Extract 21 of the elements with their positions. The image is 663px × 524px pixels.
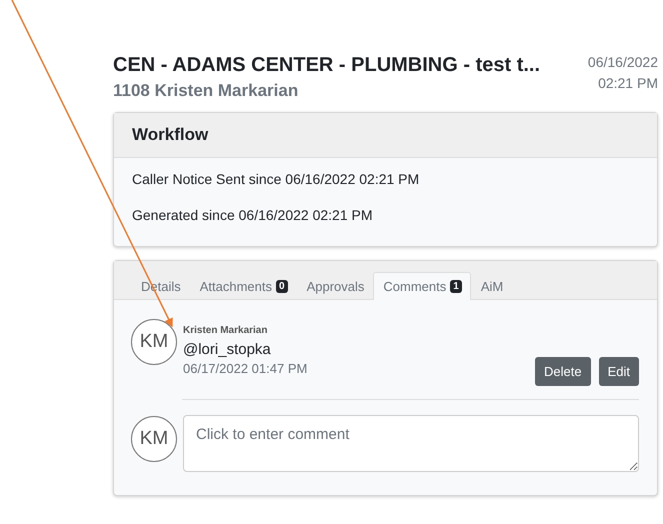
- tab[interactable]: Comments 1: [373, 272, 471, 300]
- user-avatar: KM: [131, 319, 177, 365]
- card-title: Workflow: [132, 125, 208, 144]
- tab[interactable]: Approvals: [296, 272, 374, 300]
- count-badge: 0: [276, 280, 288, 293]
- workflow-entry: Generated since 06/16/2022 02:21 PM: [132, 206, 374, 224]
- comment-action-button[interactable]: Edit: [598, 357, 639, 386]
- comment-text: @lori_stopka: [183, 341, 272, 358]
- work-order-title: CEN - ADAMS CENTER - PLUMBING - test t...: [113, 53, 540, 78]
- user-avatar: KM: [131, 416, 177, 462]
- comment-author: Kristen Markarian: [183, 325, 268, 336]
- created-time: 02:21 PM: [597, 74, 658, 93]
- comment-action-button[interactable]: Delete: [535, 357, 591, 386]
- tab[interactable]: Attachments 0: [190, 272, 297, 300]
- requester-name: 1108 Kristen Markarian: [113, 81, 300, 101]
- workflow-entry: Caller Notice Sent since 06/16/2022 02:21 PM: [132, 170, 420, 188]
- comment-input-field[interactable]: Click to enter comment: [183, 415, 639, 472]
- comment-date: 06/17/2022 01:47 PM: [183, 361, 308, 376]
- count-badge: 1: [450, 280, 462, 293]
- tab[interactable]: AiM: [470, 272, 512, 300]
- created-date: 06/16/2022: [588, 53, 658, 72]
